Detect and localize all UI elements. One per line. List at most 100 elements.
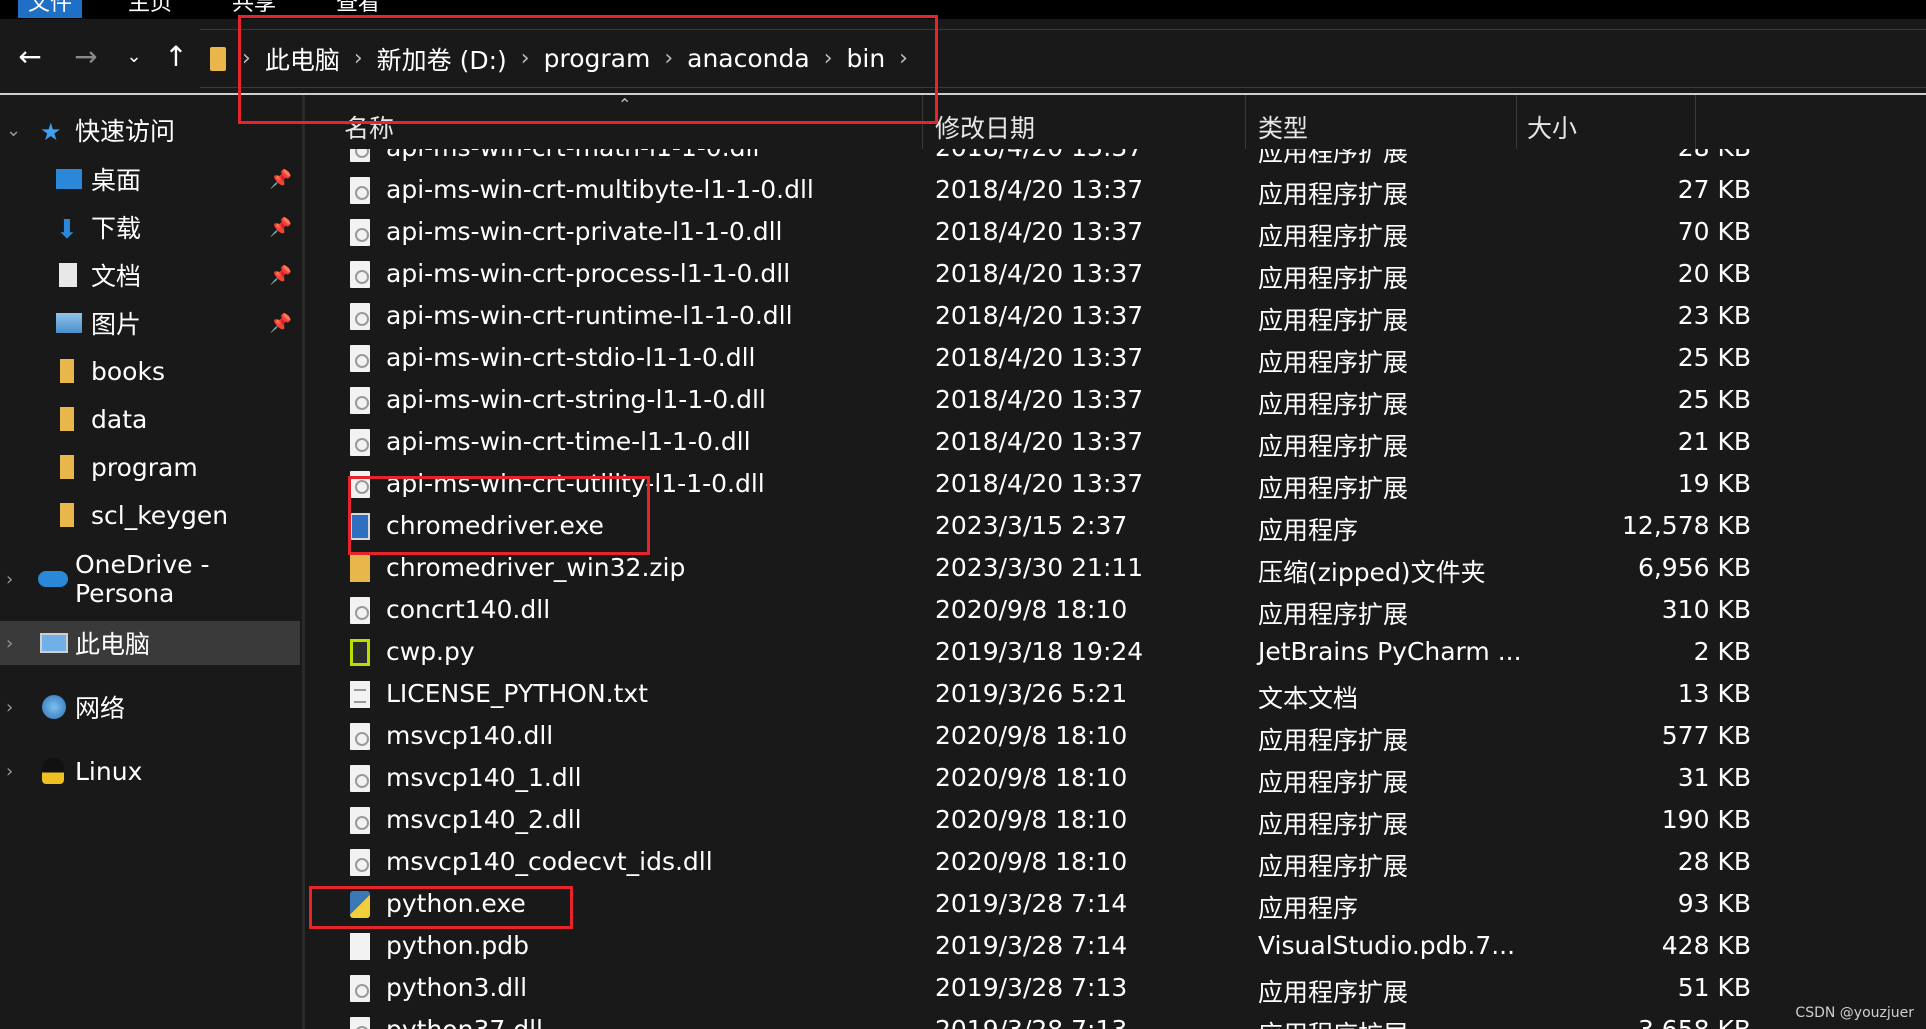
pin-icon[interactable]: 📌	[270, 313, 292, 334]
sidebar-item-documents[interactable]: 文档 📌	[0, 253, 300, 297]
file-size: 2 KB	[1693, 637, 1751, 666]
file-name[interactable]: python.pdb	[386, 931, 529, 960]
sidebar-item-downloads[interactable]: ⬇ 下载 📌	[0, 205, 300, 249]
file-type: 压缩(zipped)文件夹	[1258, 558, 1486, 587]
sidebar-item-scl-keygen[interactable]: scl_keygen	[0, 493, 300, 537]
table-row[interactable]: msvcp140_codecvt_ids.dll 2020/9/8 18:10 应用…	[305, 842, 1926, 884]
sidebar-item-program[interactable]: program	[0, 445, 300, 489]
zip-folder-icon	[350, 555, 370, 582]
pin-icon[interactable]: 📌	[270, 265, 292, 286]
file-type: 应用程序扩展	[1258, 600, 1409, 629]
table-row[interactable]: cwp.py 2019/3/18 19:24 JetBrains PyCharm .…	[305, 632, 1926, 674]
file-name[interactable]: chromedriver_win32.zip	[386, 553, 685, 582]
file-name[interactable]: api-ms-win-crt-process-l1-1-0.dll	[386, 259, 790, 288]
chevron-right-icon[interactable]: ›	[6, 761, 13, 782]
file-name[interactable]: python3.dll	[386, 973, 527, 1002]
file-date: 2019/3/18 19:24	[935, 637, 1144, 666]
desktop-icon	[56, 169, 82, 189]
file-date: 2023/3/15 2:37	[935, 511, 1128, 540]
dll-file-icon	[350, 807, 370, 834]
pin-icon[interactable]: 📌	[270, 169, 292, 190]
column-size[interactable]: 大小	[1527, 95, 1677, 149]
file-name[interactable]: api-ms-win-crt-runtime-l1-1-0.dll	[386, 301, 793, 330]
tab-home[interactable]: 主页	[118, 0, 182, 18]
chevron-down-icon[interactable]: ⌄	[112, 19, 156, 94]
file-size: 12,578 KB	[1622, 511, 1751, 540]
table-row[interactable]: api-ms-win-crt-multibyte-l1-1-0.dll 2018/…	[305, 170, 1926, 212]
sidebar-item-books[interactable]: books	[0, 349, 300, 393]
table-row[interactable]: api-ms-win-crt-runtime-l1-1-0.dll 2018/4/…	[305, 296, 1926, 338]
highlight-box-breadcrumb	[238, 15, 938, 124]
file-name[interactable]: cwp.py	[386, 637, 475, 666]
sidebar-item-linux[interactable]: › Linux	[0, 749, 300, 793]
file-size: 310 KB	[1661, 595, 1751, 624]
file-name[interactable]: python37.dll	[386, 1015, 543, 1029]
file-name[interactable]: msvcp140_1.dll	[386, 763, 582, 792]
file-name[interactable]: LICENSE_PYTHON.txt	[386, 679, 648, 708]
table-row[interactable]: concrt140.dll 2020/9/8 18:10 应用程序扩展 310 KB	[305, 590, 1926, 632]
column-separator[interactable]	[1245, 95, 1246, 149]
chevron-right-icon[interactable]: ›	[6, 569, 13, 590]
column-type[interactable]: 类型	[1258, 95, 1508, 149]
dll-file-icon	[350, 387, 370, 414]
sidebar-item-onedrive[interactable]: › OneDrive - Persona	[0, 550, 300, 608]
folder-icon	[60, 359, 74, 383]
table-row[interactable]: LICENSE_PYTHON.txt 2019/3/26 5:21 文本文档 13 K…	[305, 674, 1926, 716]
sidebar-item-network[interactable]: › 网络	[0, 685, 300, 729]
sidebar-item-this-pc[interactable]: › 此电脑	[0, 621, 300, 665]
table-row[interactable]: api-ms-win-crt-string-l1-1-0.dll 2018/4/2…	[305, 380, 1926, 422]
file-name[interactable]: msvcp140.dll	[386, 721, 553, 750]
chevron-down-icon[interactable]: ⌄	[6, 120, 21, 141]
sidebar-item-label: 文档	[91, 262, 142, 291]
highlight-box-python-exe	[309, 886, 573, 929]
file-name[interactable]: api-ms-win-crt-time-l1-1-0.dll	[386, 427, 751, 456]
file-name[interactable]: api-ms-win-crt-stdio-l1-1-0.dll	[386, 343, 756, 372]
sidebar-item-pictures[interactable]: 图片 📌	[0, 301, 300, 345]
sidebar-item-label: program	[91, 452, 198, 482]
sidebar-item-label: data	[91, 404, 148, 434]
file-name[interactable]: msvcp140_2.dll	[386, 805, 582, 834]
file-name[interactable]: api-ms-win-crt-multibyte-l1-1-0.dll	[386, 175, 814, 204]
file-type: 文本文档	[1258, 684, 1359, 713]
file-name[interactable]: msvcp140_codecvt_ids.dll	[386, 847, 713, 876]
table-row[interactable]: api-ms-win-crt-private-l1-1-0.dll 2018/4/…	[305, 212, 1926, 254]
table-row[interactable]: api-ms-win-crt-stdio-l1-1-0.dll 2018/4/20…	[305, 338, 1926, 380]
file-size: 21 KB	[1677, 427, 1751, 456]
table-row[interactable]: api-ms-win-crt-process-l1-1-0.dll 2018/4/…	[305, 254, 1926, 296]
file-size: 51 KB	[1677, 973, 1751, 1002]
file-date: 2018/4/20 13:37	[935, 301, 1144, 330]
chevron-right-icon[interactable]: ›	[6, 697, 13, 718]
table-row[interactable]: api-ms-win-crt-time-l1-1-0.dll 2018/4/20 …	[305, 422, 1926, 464]
tab-file[interactable]: 文件	[18, 0, 83, 18]
file-name[interactable]: api-ms-win-crt-private-l1-1-0.dll	[386, 217, 782, 246]
file-type: 应用程序扩展	[1258, 222, 1409, 251]
file-type: 应用程序	[1258, 516, 1359, 545]
column-date[interactable]: 修改日期	[935, 95, 1235, 149]
file-icon	[350, 933, 370, 960]
arrow-up-icon[interactable]: ↑	[154, 19, 198, 94]
sidebar-item-data[interactable]: data	[0, 397, 300, 441]
arrow-left-icon[interactable]: ←	[8, 19, 52, 94]
file-date: 2018/4/20 13:37	[935, 175, 1144, 204]
file-name[interactable]: api-ms-win-crt-string-l1-1-0.dll	[386, 385, 766, 414]
sidebar-item-desktop[interactable]: 桌面 📌	[0, 157, 300, 201]
arrow-right-icon[interactable]: →	[64, 19, 108, 94]
file-type: 应用程序扩展	[1258, 1015, 1408, 1029]
file-size: 27 KB	[1677, 175, 1751, 204]
table-row[interactable]: msvcp140_2.dll 2020/9/8 18:10 应用程序扩展 190 KB	[305, 800, 1926, 842]
table-row[interactable]: python3.dll 2019/3/28 7:13 应用程序扩展 51 KB	[305, 968, 1926, 1010]
file-size: 93 KB	[1677, 889, 1751, 918]
pin-icon[interactable]: 📌	[270, 217, 292, 238]
file-size: 20 KB	[1677, 259, 1751, 288]
file-type: 应用程序扩展	[1258, 810, 1409, 839]
file-name[interactable]: concrt140.dll	[386, 595, 550, 624]
penguin-icon	[42, 758, 64, 784]
chevron-right-icon[interactable]: ›	[6, 633, 13, 654]
table-row[interactable]: python.pdb 2019/3/28 7:14 VisualStudio.pdb…	[305, 926, 1926, 968]
column-separator[interactable]	[1695, 95, 1696, 149]
table-row[interactable]: python37.dll 2019/3/28 7:13 应用程序扩展 3,658 KB	[305, 1010, 1926, 1029]
column-separator[interactable]	[1516, 95, 1517, 149]
folder-icon	[60, 455, 74, 479]
table-row[interactable]: msvcp140.dll 2020/9/8 18:10 应用程序扩展 577 KB	[305, 716, 1926, 758]
table-row[interactable]: msvcp140_1.dll 2020/9/8 18:10 应用程序扩展 31 KB	[305, 758, 1926, 800]
